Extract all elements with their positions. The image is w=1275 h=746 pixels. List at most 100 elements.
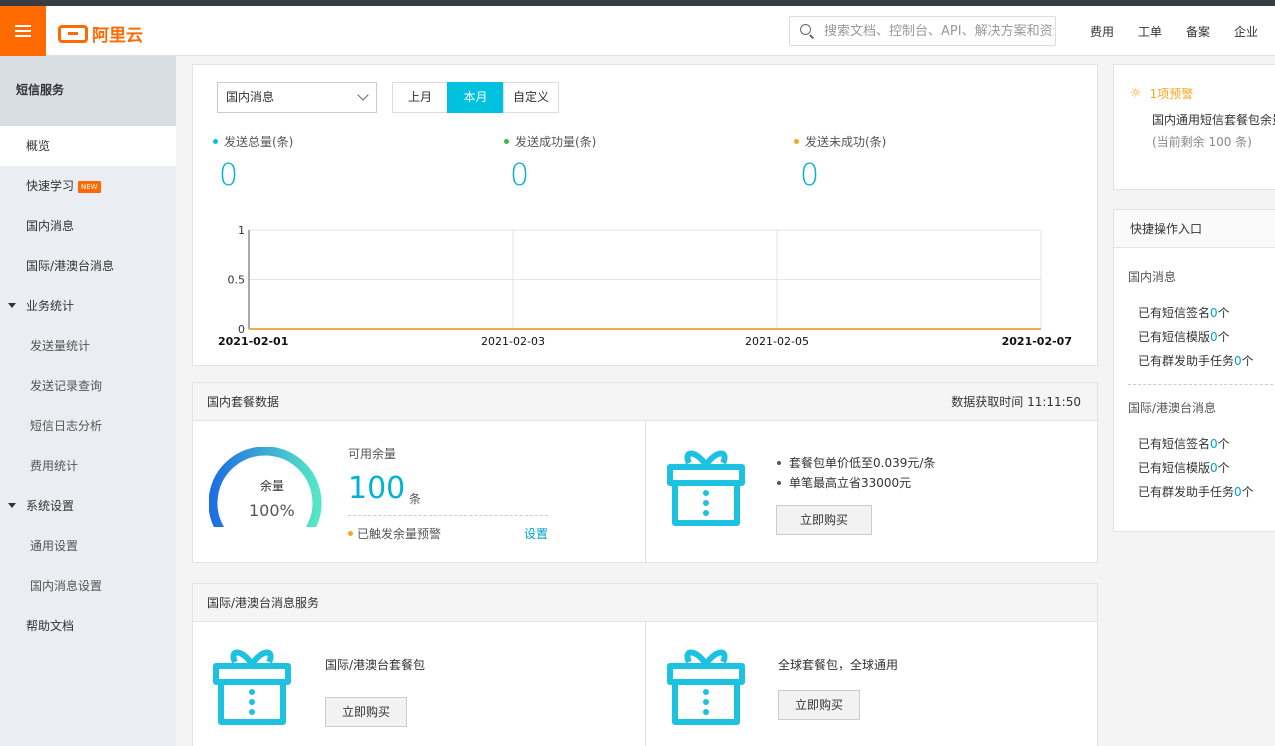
package-benefits: 套餐包单价低至0.039元/条 单笔最高立省33000元 (775, 453, 935, 493)
search-icon[interactable] (800, 24, 814, 38)
sidebar-item-help-docs[interactable]: 帮助文档 (0, 606, 176, 646)
stat-label: 发送成功量(条) (515, 135, 597, 149)
message-type-select[interactable]: 国内消息 (217, 82, 377, 113)
stat-failed: 发送未成功(条) 0 (794, 133, 886, 193)
sidebar-item-domestic-settings[interactable]: 国内消息设置 (0, 566, 176, 606)
sidebar-title: 短信服务 (0, 56, 176, 126)
y-tick-label: 0.5 (228, 274, 246, 287)
chevron-down-icon (357, 89, 369, 101)
quick-entry-panel: 快捷操作入口 国内消息 已有短信签名0个 已有短信模版0个 已有群发助手任务0个… (1113, 209, 1275, 532)
quick-panel-title: 快捷操作入口 (1114, 210, 1275, 248)
new-badge: NEW (78, 180, 101, 193)
gauge-percent: 100% (249, 501, 295, 520)
brand-name: 阿里云 (92, 26, 143, 46)
hamburger-menu-icon[interactable] (0, 6, 46, 56)
gift-icon (213, 649, 291, 725)
quick-link-intl-signatures[interactable]: 已有短信签名0个 (1138, 435, 1230, 452)
x-tick-label: 2021-02-03 (481, 335, 545, 348)
x-tick-label: 2021-02-01 (218, 335, 288, 348)
warning-row: 已触发余量预警 (348, 525, 441, 542)
sidebar-item-general-settings[interactable]: 通用设置 (0, 526, 176, 566)
global-package-text: 全球套餐包，全球通用 (778, 658, 899, 672)
sidebar-item-international[interactable]: 国际/港澳台消息 (0, 246, 176, 286)
nav-link-enterprise[interactable]: 企业 (1234, 23, 1258, 40)
available-value: 100 (348, 471, 406, 506)
sidebar-item-domestic[interactable]: 国内消息 (0, 206, 176, 246)
y-tick-label: 1 (238, 224, 245, 237)
sidebar-group-settings[interactable]: 系统设置 (0, 486, 176, 526)
date-range-tabs: 上月 本月 自定义 (392, 82, 559, 113)
dashed-divider (348, 515, 548, 516)
search-input[interactable] (824, 23, 1054, 39)
sidebar-item-log-analysis[interactable]: 短信日志分析 (0, 406, 176, 446)
alert-count[interactable]: 1项预警 (1150, 85, 1194, 102)
sidebar: 短信服务 概览 快速学习 NEW 国内消息 国际/港澳台消息 业务统计 发送量统计… (0, 56, 176, 746)
alert-message: 国内通用短信套餐包余量 (1152, 113, 1275, 127)
stat-total: 发送总量(条) 0 (213, 133, 293, 193)
sidebar-group-stats[interactable]: 业务统计 (0, 286, 176, 326)
top-nav-links: 费用 工单 备案 企业 支 (1078, 6, 1275, 56)
divider (645, 622, 646, 746)
sidebar-item-send-stats[interactable]: 发送量统计 (0, 326, 176, 366)
stat-success: 发送成功量(条) 0 (504, 133, 596, 193)
buy-domestic-package-button[interactable]: 立即购买 (776, 505, 872, 535)
tab-custom[interactable]: 自定义 (503, 82, 559, 113)
gauge-label: 余量 (260, 479, 285, 493)
divider (645, 421, 646, 563)
stat-value: 0 (219, 158, 239, 193)
fetch-time: 数据获取时间 11:11:50 (951, 395, 1081, 409)
sidebar-item-quick-learn[interactable]: 快速学习 NEW (0, 166, 176, 206)
quick-link-intl-templates[interactable]: 已有短信模版0个 (1138, 459, 1230, 476)
aliyun-logo-icon (58, 24, 88, 43)
intl-package-text: 国际/港澳台套餐包 (325, 658, 426, 672)
quick-link-intl-bulk-tasks[interactable]: 已有群发助手任务0个 (1138, 483, 1254, 500)
domestic-package-panel: 国内套餐数据 数据获取时间 11:11:50 余量 100% 可用余量 100 … (192, 382, 1098, 563)
gift-icon (667, 649, 745, 725)
stat-label: 发送未成功(条) (805, 135, 887, 149)
nav-link-fee[interactable]: 费用 (1090, 23, 1114, 40)
sidebar-item-send-records[interactable]: 发送记录查询 (0, 366, 176, 406)
buy-global-package-button[interactable]: 立即购买 (778, 690, 860, 720)
caret-down-icon (8, 503, 16, 508)
legend-dot-icon (504, 139, 509, 144)
quick-link-domestic-templates[interactable]: 已有短信模版0个 (1138, 328, 1230, 345)
quick-link-domestic-bulk-tasks[interactable]: 已有群发助手任务0个 (1138, 352, 1254, 369)
nav-link-ticket[interactable]: 工单 (1138, 23, 1162, 40)
warning-dot-icon (348, 531, 353, 536)
x-tick-label: 2021-02-05 (745, 335, 809, 348)
alert-panel: ☼ 1项预警 国内通用短信套餐包余量 (当前剩余 100 条) (1113, 64, 1275, 190)
sidebar-item-fee-stats[interactable]: 费用统计 (0, 446, 176, 486)
warning-text: 已触发余量预警 (357, 527, 442, 541)
setting-link[interactable]: 设置 (524, 525, 548, 542)
panel-header: 国内套餐数据 数据获取时间 11:11:50 (193, 383, 1097, 421)
buy-intl-package-button[interactable]: 立即购买 (325, 697, 407, 727)
aliyun-logo[interactable]: 阿里云 (58, 21, 143, 46)
available-label: 可用余量 (348, 447, 397, 461)
sidebar-item-label: 系统设置 (26, 499, 75, 513)
sidebar-item-label: 快速学习 (26, 179, 75, 193)
stat-label: 发送总量(条) (224, 135, 294, 149)
alert-remaining: (当前剩余 100 条) (1152, 135, 1252, 149)
dashed-divider (1128, 384, 1275, 385)
stat-value: 0 (800, 158, 820, 193)
sidebar-item-label: 发送量统计 (30, 339, 91, 353)
tab-last-month[interactable]: 上月 (392, 82, 448, 113)
sidebar-item-label: 国内消息设置 (30, 579, 103, 593)
tab-this-month[interactable]: 本月 (447, 82, 504, 113)
benefit-item: 单笔最高立省33000元 (775, 473, 935, 493)
sidebar-item-overview[interactable]: 概览 (0, 126, 176, 166)
quick-link-domestic-signatures[interactable]: 已有短信签名0个 (1138, 304, 1230, 321)
benefit-item: 套餐包单价低至0.039元/条 (775, 453, 935, 473)
panel-title: 国内套餐数据 (207, 395, 280, 409)
search-box[interactable] (789, 16, 1056, 46)
sidebar-item-label: 短信日志分析 (30, 419, 103, 433)
international-panel: 国际/港澳台消息服务 国际/港澳台套餐包 立即购买 全球套餐包，全球通用 立即购… (192, 583, 1098, 746)
available-unit: 条 (409, 492, 422, 506)
nav-link-icp[interactable]: 备案 (1186, 23, 1210, 40)
x-tick-label: 2021-02-07 (1002, 335, 1072, 348)
legend-dot-icon (794, 139, 799, 144)
sidebar-item-label: 费用统计 (30, 459, 79, 473)
sidebar-item-label: 国内消息 (26, 219, 75, 233)
send-volume-chart: 10.502021-02-01 2021-02-03 2021-02-05 2021-… (218, 224, 1072, 348)
select-value: 国内消息 (226, 90, 275, 104)
